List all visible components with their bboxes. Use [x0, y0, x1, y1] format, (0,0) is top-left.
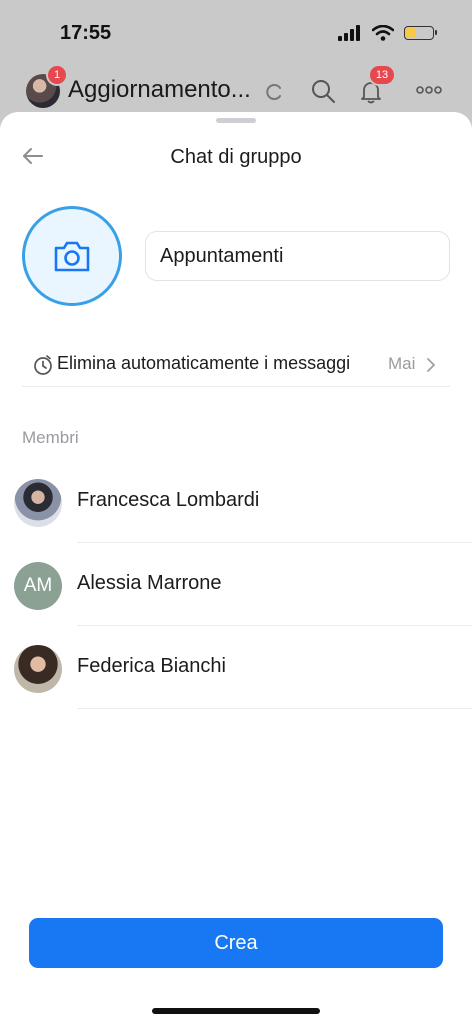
- divider: [77, 708, 472, 709]
- timer-icon: [34, 355, 52, 375]
- loading-spinner-icon: [266, 84, 281, 100]
- member-avatar: [14, 479, 62, 527]
- sheet-title: Chat di gruppo: [170, 146, 302, 168]
- app-title: Aggiornamento...: [68, 76, 251, 103]
- chevron-right-icon: [427, 358, 435, 372]
- member-name: Francesca Lombardi: [77, 489, 260, 511]
- more-icon[interactable]: [415, 80, 443, 100]
- battery-level: [406, 28, 416, 38]
- wifi-icon: [372, 25, 394, 41]
- search-icon[interactable]: [310, 78, 336, 104]
- auto-delete-label: Elimina automaticamente i messaggi: [57, 353, 351, 373]
- members-section-label: Membri: [22, 428, 79, 447]
- sheet-grabber[interactable]: [216, 118, 256, 123]
- group-chat-sheet: Chat di gruppo Elimina automaticamente i…: [0, 112, 472, 1024]
- member-row[interactable]: Federica Bianchi: [0, 627, 472, 709]
- status-time: 17:55: [60, 22, 112, 44]
- signal-icon: [338, 25, 360, 41]
- avatar-badge: 1: [48, 66, 66, 84]
- member-row[interactable]: Francesca Lombardi: [0, 461, 472, 543]
- status-bar: 17:55: [0, 0, 472, 64]
- divider: [77, 625, 472, 626]
- background-app-header: 1 Aggiornamento... 13: [0, 64, 472, 116]
- divider: [77, 542, 472, 543]
- auto-delete-value: Mai: [388, 354, 416, 373]
- battery-icon: [404, 26, 437, 40]
- member-avatar: AM: [14, 562, 62, 610]
- member-row[interactable]: AM Alessia Marrone: [0, 544, 472, 626]
- group-photo-button[interactable]: [22, 206, 122, 306]
- avatar-initials: AM: [23, 575, 53, 596]
- status-icons: [338, 25, 437, 41]
- group-name-input[interactable]: [145, 231, 450, 281]
- camera-icon: [54, 241, 90, 272]
- notifications-badge: 13: [370, 66, 394, 84]
- member-name: Alessia Marrone: [77, 572, 222, 594]
- auto-delete-messages-row[interactable]: Elimina automaticamente i messaggi Mai: [22, 342, 450, 387]
- member-name: Federica Bianchi: [77, 655, 226, 677]
- member-avatar: [14, 645, 62, 693]
- home-indicator: [152, 1008, 320, 1014]
- create-button[interactable]: Crea: [29, 918, 443, 968]
